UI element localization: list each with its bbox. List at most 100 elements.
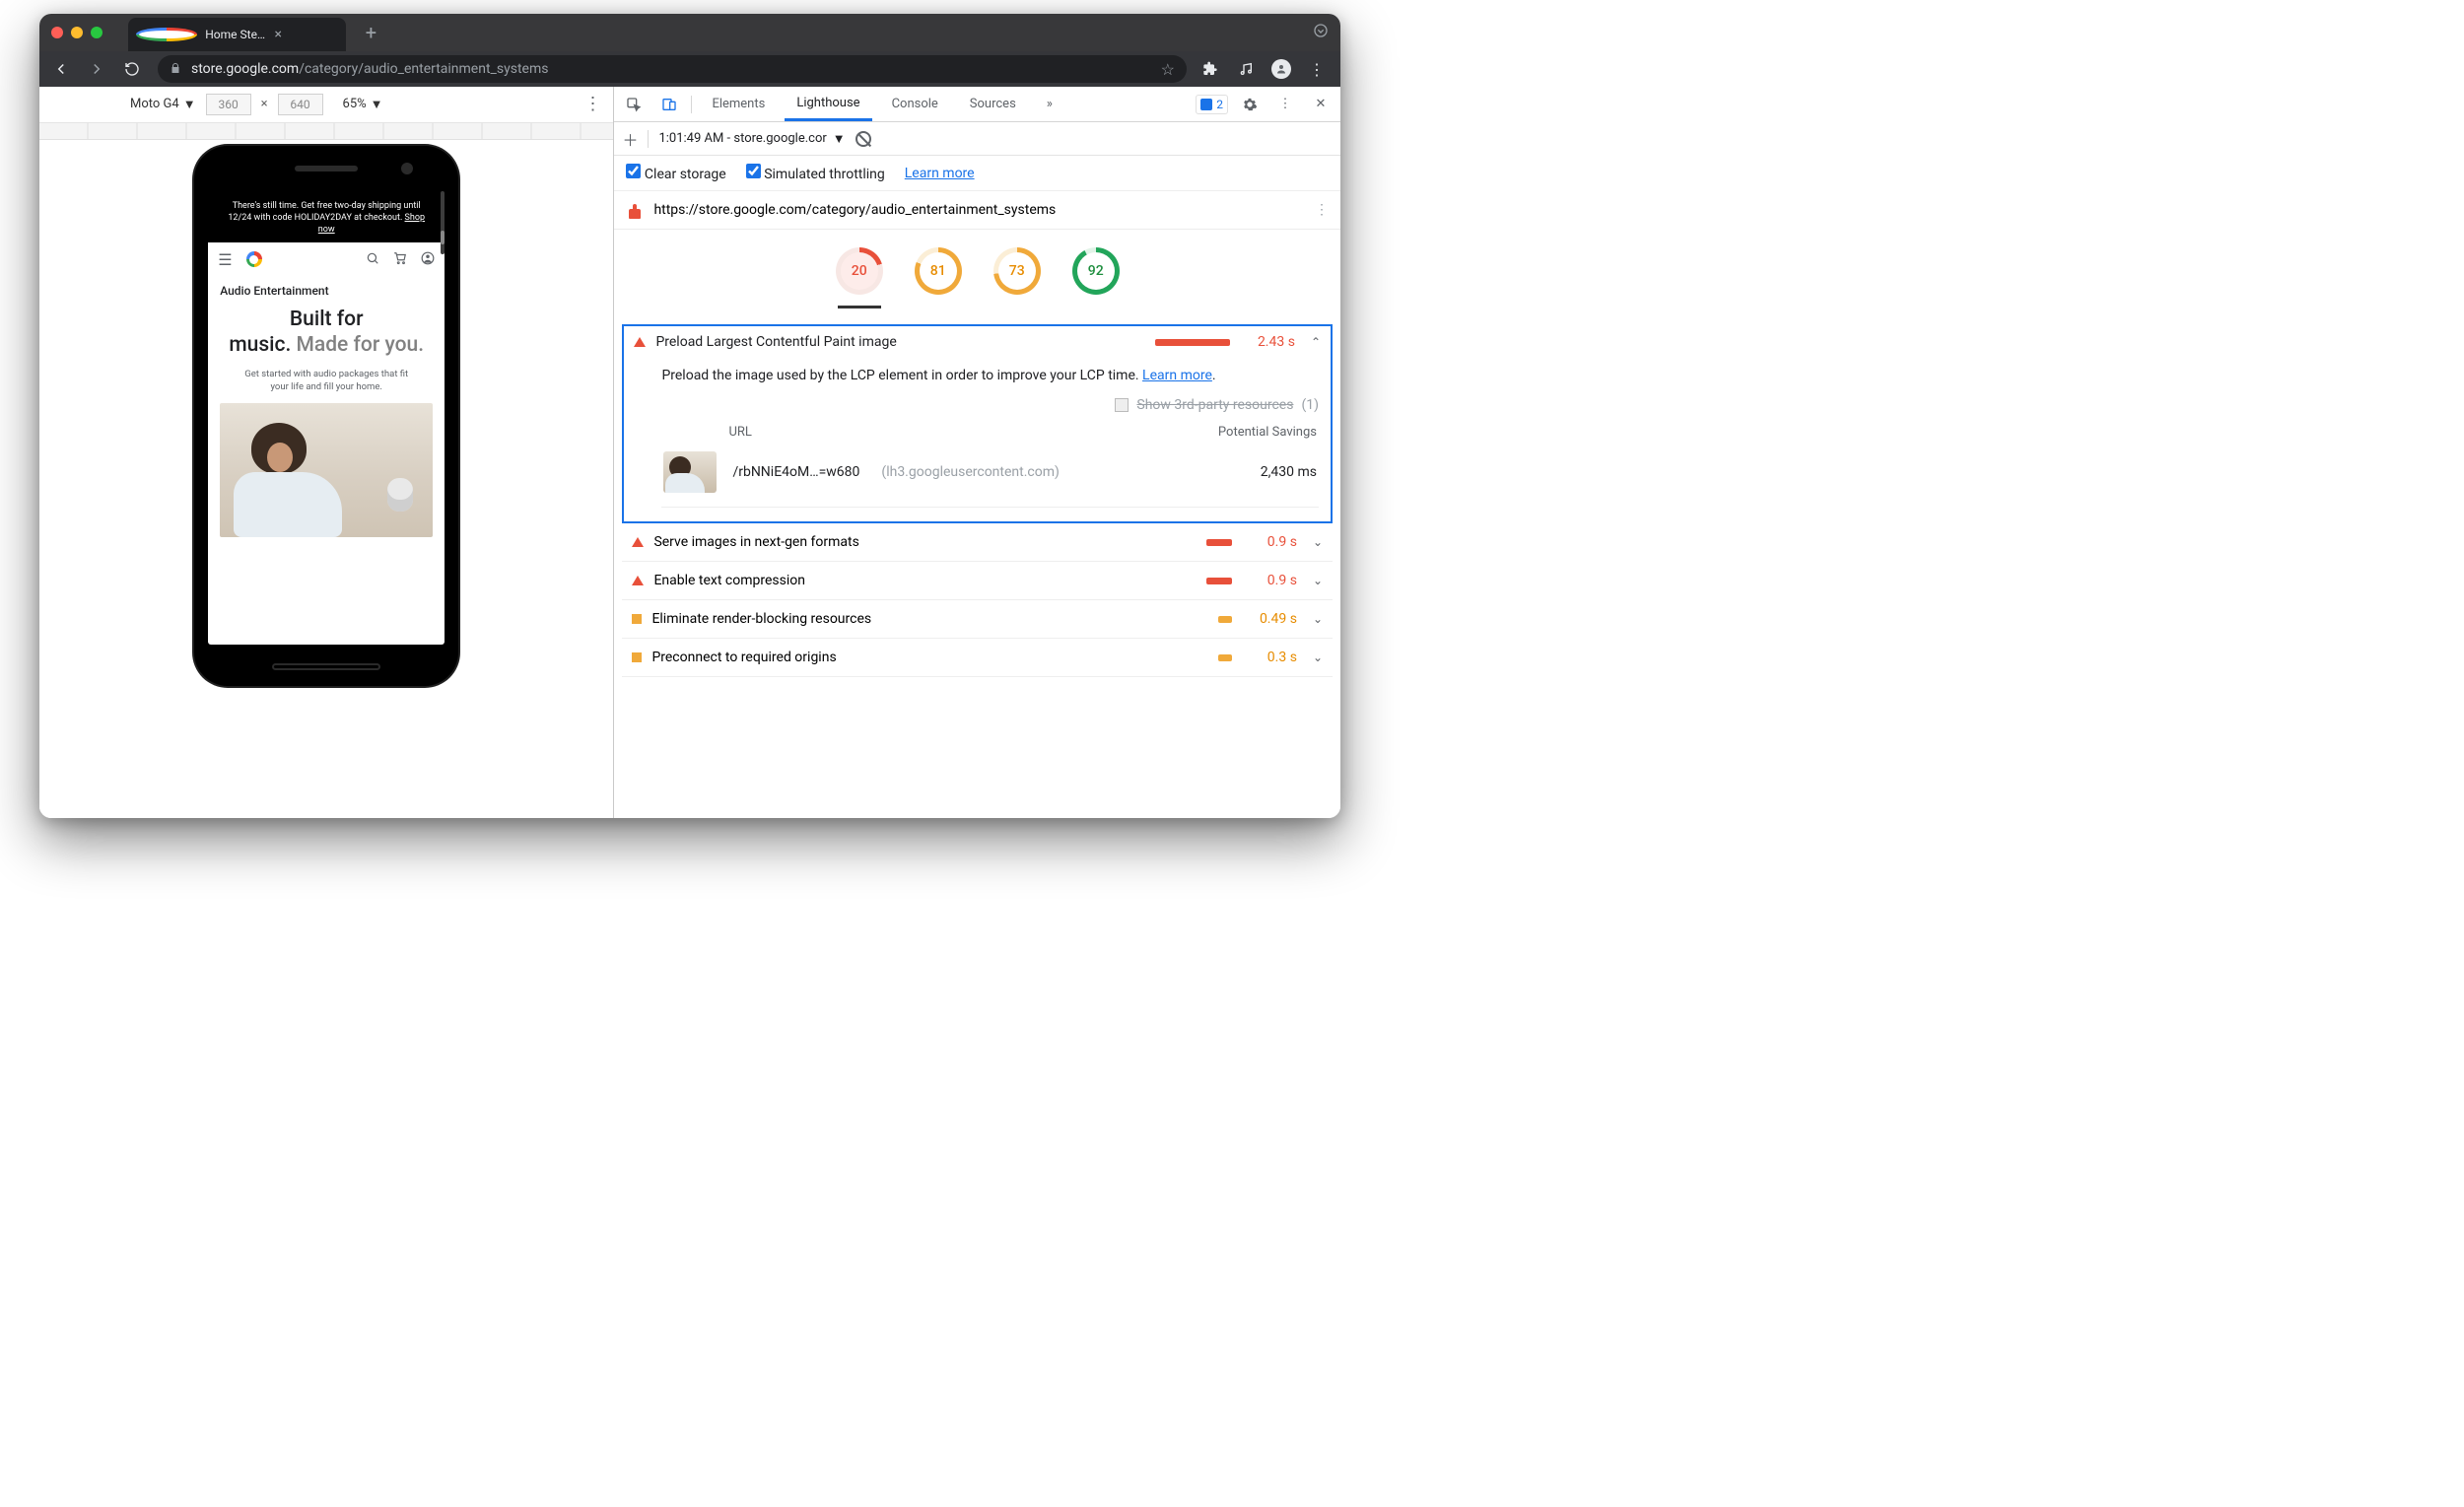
audit-row[interactable]: Serve images in next-gen formats 0.9 s ⌄ bbox=[622, 523, 1333, 562]
audit-value: 0.49 s bbox=[1248, 611, 1297, 627]
window-close[interactable] bbox=[51, 27, 63, 38]
clear-icon[interactable] bbox=[856, 131, 871, 147]
third-party-toggle[interactable]: Show 3rd-party resources (1) bbox=[661, 397, 1319, 413]
tab-console[interactable]: Console bbox=[880, 87, 950, 121]
impact-bar bbox=[1155, 339, 1230, 346]
account-icon[interactable] bbox=[421, 250, 435, 269]
audit-description: Preload the image used by the LCP elemen… bbox=[661, 368, 1319, 383]
chevron-down-icon: ⌄ bbox=[1313, 574, 1323, 587]
throttling-checkbox[interactable]: Simulated throttling bbox=[746, 164, 885, 182]
score-gauges: 20 81 73 92 bbox=[614, 230, 1340, 314]
audit-title: Enable text compression bbox=[653, 573, 1197, 588]
favicon-icon bbox=[136, 28, 197, 41]
url-text: store.google.com/category/audio_entertai… bbox=[191, 61, 548, 77]
star-icon[interactable]: ☆ bbox=[1161, 60, 1175, 79]
issues-badge[interactable]: 2 bbox=[1196, 95, 1228, 114]
lighthouse-icon bbox=[626, 201, 644, 219]
audit-value: 0.9 s bbox=[1248, 534, 1297, 550]
gauge-accessibility[interactable]: 81 bbox=[913, 247, 964, 308]
profile-icon[interactable] bbox=[1267, 55, 1295, 83]
tabs-overflow-icon[interactable] bbox=[1313, 23, 1329, 42]
lighthouse-options: Clear storage Simulated throttling Learn… bbox=[614, 156, 1340, 191]
height-input[interactable] bbox=[278, 94, 323, 115]
gauge-best-practices[interactable]: 73 bbox=[992, 247, 1043, 308]
gauge-seo[interactable]: 92 bbox=[1070, 247, 1122, 308]
audit-learn-more[interactable]: Learn more bbox=[1142, 368, 1212, 383]
earpiece-icon bbox=[295, 166, 358, 171]
zoom-select[interactable]: 65% ▼ bbox=[343, 97, 383, 112]
chrome-menu-icon[interactable]: ⋮ bbox=[1303, 55, 1331, 83]
nav-reload-icon[interactable] bbox=[116, 53, 148, 85]
report-menu-icon[interactable]: ⋮ bbox=[1315, 202, 1329, 218]
audit-list: Serve images in next-gen formats0.9 s⌄En… bbox=[622, 523, 1333, 677]
address-bar: store.google.com/category/audio_entertai… bbox=[39, 51, 1340, 87]
audit-title: Preconnect to required origins bbox=[651, 650, 1208, 665]
dimension-x: × bbox=[261, 97, 268, 111]
clear-storage-checkbox[interactable]: Clear storage bbox=[626, 164, 725, 182]
audit-row[interactable]: Preconnect to required origins0.3 s⌄ bbox=[622, 639, 1333, 677]
report-url: https://store.google.com/category/audio_… bbox=[653, 202, 1056, 218]
resource-savings: 2,430 ms bbox=[1261, 464, 1317, 480]
close-tab-icon[interactable]: × bbox=[275, 27, 336, 42]
media-icon[interactable] bbox=[1232, 55, 1260, 83]
audit-row[interactable]: Enable text compression 0.9 s ⌄ bbox=[622, 562, 1333, 600]
audit-row[interactable]: Eliminate render-blocking resources 0.49 … bbox=[622, 600, 1333, 639]
omnibox[interactable]: store.google.com/category/audio_entertai… bbox=[158, 55, 1187, 83]
audit-header[interactable]: Preload Largest Contentful Paint image 2… bbox=[624, 326, 1331, 358]
devtools-close-icon[interactable]: ✕ bbox=[1307, 91, 1335, 118]
menu-icon[interactable]: ☰ bbox=[218, 250, 232, 269]
gauge-performance[interactable]: 20 bbox=[834, 247, 885, 308]
settings-icon[interactable] bbox=[1236, 91, 1264, 118]
lock-icon bbox=[170, 62, 181, 77]
resource-domain: (lh3.googleusercontent.com) bbox=[881, 464, 1059, 480]
impact-bar bbox=[1218, 616, 1232, 623]
nest-speaker-icon bbox=[387, 478, 413, 512]
severity-warn-icon bbox=[632, 614, 642, 624]
tab-sources[interactable]: Sources bbox=[958, 87, 1028, 121]
learn-more-link[interactable]: Learn more bbox=[905, 166, 975, 181]
devtools-menu-icon[interactable]: ⋮ bbox=[1271, 91, 1299, 118]
audit-value: 2.43 s bbox=[1246, 334, 1295, 350]
tab-elements[interactable]: Elements bbox=[700, 87, 777, 121]
severity-fail-icon bbox=[634, 337, 646, 347]
phone-frame: There's still time. Get free two-day shi… bbox=[194, 146, 458, 686]
nav-back-icon[interactable] bbox=[45, 53, 77, 85]
resource-thumb bbox=[663, 451, 717, 493]
severity-fail-icon bbox=[632, 576, 644, 585]
window-minimize[interactable] bbox=[71, 27, 83, 38]
front-camera-icon bbox=[401, 163, 413, 174]
home-button[interactable] bbox=[272, 663, 380, 670]
phone-screen: There's still time. Get free two-day shi… bbox=[208, 191, 445, 645]
new-report-icon[interactable]: ＋ bbox=[622, 127, 638, 151]
cart-icon[interactable] bbox=[393, 250, 407, 269]
audit-value: 0.9 s bbox=[1248, 573, 1297, 588]
audit-title: Serve images in next-gen formats bbox=[653, 534, 1197, 550]
nav-forward-icon[interactable] bbox=[81, 53, 112, 85]
search-icon[interactable] bbox=[366, 250, 379, 269]
audit-title: Eliminate render-blocking resources bbox=[651, 611, 1208, 627]
resource-path: /rbNNiE4oM…=w680 bbox=[732, 464, 859, 480]
device-toggle-icon[interactable] bbox=[655, 91, 683, 118]
device-select[interactable]: Moto G4 ▼ bbox=[130, 97, 196, 112]
severity-fail-icon bbox=[632, 537, 644, 547]
chevron-down-icon: ⌄ bbox=[1313, 535, 1323, 549]
tabs-more-icon[interactable]: » bbox=[1036, 91, 1063, 118]
severity-warn-icon bbox=[632, 652, 642, 662]
extensions-icon[interactable] bbox=[1197, 55, 1224, 83]
report-select[interactable]: 1:01:49 AM - store.google.cor ▼ bbox=[658, 131, 845, 147]
store-body: Audio Entertainment Built for music. Mad… bbox=[208, 276, 445, 645]
tab-title: Home Stereo & Audio Entertain bbox=[205, 28, 266, 41]
impact-bar bbox=[1206, 539, 1232, 546]
chevron-down-icon: ⌄ bbox=[1313, 651, 1323, 664]
audit-title: Preload Largest Contentful Paint image bbox=[655, 334, 1145, 350]
tab-lighthouse[interactable]: Lighthouse bbox=[785, 87, 871, 121]
emulation-menu-icon[interactable]: ⋮ bbox=[583, 94, 601, 114]
page-scrollbar[interactable] bbox=[441, 191, 445, 254]
inspect-icon[interactable] bbox=[620, 91, 648, 118]
browser-tab[interactable]: Home Stereo & Audio Entertain × bbox=[128, 18, 346, 51]
devtools-tabbar: Elements Lighthouse Console Sources » 2 … bbox=[614, 87, 1340, 122]
google-logo-icon[interactable] bbox=[246, 251, 262, 267]
width-input[interactable] bbox=[206, 94, 251, 115]
window-zoom[interactable] bbox=[91, 27, 103, 38]
audit-preload-lcp: Preload Largest Contentful Paint image 2… bbox=[622, 324, 1333, 523]
